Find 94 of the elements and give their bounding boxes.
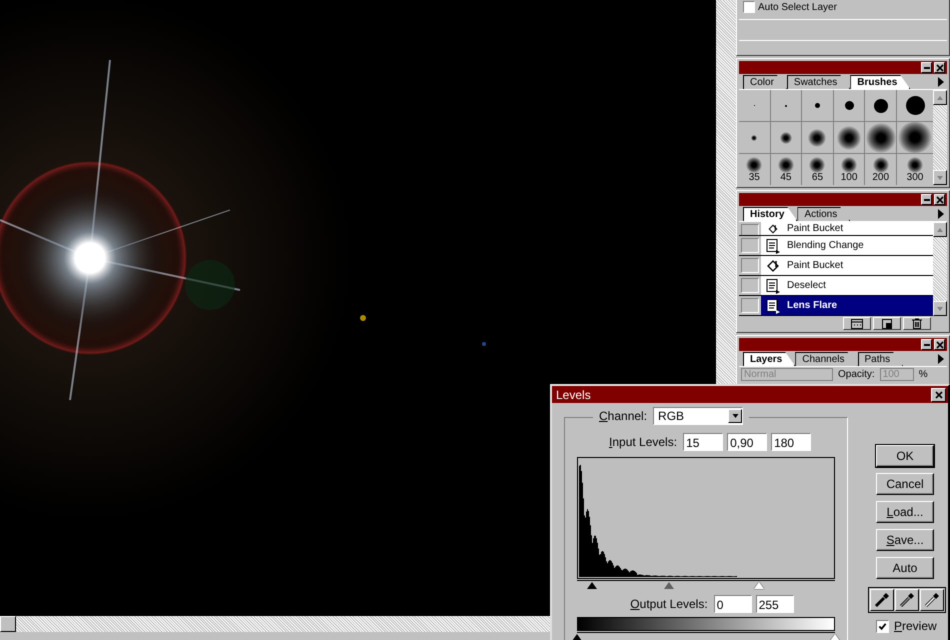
dialog-button[interactable]: Cancel — [876, 473, 934, 495]
preview-checkbox[interactable] — [876, 620, 889, 632]
snapshot-icon — [882, 318, 892, 328]
scroll-down-button[interactable] — [933, 301, 947, 316]
history-state[interactable]: Paint Bucket — [761, 222, 933, 235]
panel-menu-icon[interactable] — [938, 354, 944, 364]
flare-ghost-circle — [185, 260, 235, 310]
checkbox-label: Auto Select Layer — [758, 2, 837, 12]
brush-preset[interactable]: 35 — [739, 154, 770, 185]
minimize-button[interactable] — [921, 339, 932, 350]
snapshot-box[interactable] — [741, 298, 759, 313]
delete-button[interactable] — [903, 317, 931, 330]
snapshot-box[interactable] — [741, 224, 759, 235]
panel-tab[interactable]: Swatches — [786, 75, 850, 89]
history-state[interactable]: Paint Bucket — [761, 256, 933, 275]
output-max-handle[interactable] — [830, 634, 840, 640]
auto-select-checkbox[interactable] — [743, 1, 755, 13]
brush-preset[interactable]: 300 — [897, 154, 933, 185]
dialog-button[interactable]: OK — [876, 445, 934, 467]
snapshot-box[interactable] — [741, 238, 759, 253]
brush-preset[interactable] — [865, 90, 896, 121]
output-level-field[interactable]: 255 — [756, 595, 794, 613]
brush-preset[interactable]: 65 — [802, 154, 833, 185]
dialog-button[interactable]: Auto — [876, 557, 934, 579]
output-level-field[interactable]: 0 — [714, 595, 752, 613]
brush-preset[interactable] — [834, 122, 864, 153]
panel-menu-icon[interactable] — [938, 209, 944, 219]
close-button[interactable] — [934, 62, 945, 73]
scroll-up-button[interactable] — [933, 90, 947, 105]
scroll-up-button[interactable] — [933, 222, 947, 237]
eyedropper-button[interactable] — [920, 589, 944, 611]
eyedropper-button[interactable] — [870, 589, 894, 611]
input-level-field[interactable]: 0,90 — [727, 433, 768, 451]
window-icon — [851, 318, 863, 328]
down-arrow-icon — [937, 176, 943, 180]
minimize-button[interactable] — [921, 62, 932, 73]
panel-menu-icon[interactable] — [938, 77, 944, 87]
panel-tab[interactable]: History — [743, 207, 798, 221]
panel-tab[interactable]: Brushes — [850, 75, 910, 89]
flare-spot — [482, 342, 486, 346]
close-button[interactable] — [934, 339, 945, 350]
close-icon — [936, 64, 944, 72]
brush-preset[interactable] — [770, 122, 802, 153]
up-arrow-icon — [937, 96, 943, 100]
paint-bucket-icon — [765, 258, 781, 274]
minimize-button[interactable] — [921, 194, 932, 205]
close-icon — [936, 340, 944, 348]
dialog-button[interactable]: Load... — [876, 501, 934, 523]
eyedropper-icon — [924, 592, 940, 608]
caret-icon — [732, 414, 739, 418]
snapshot-box[interactable] — [741, 278, 759, 293]
scroll-down-button[interactable] — [933, 170, 947, 185]
brush-preset[interactable] — [802, 122, 833, 153]
up-arrow-icon — [937, 228, 943, 232]
input-levels-label: Input Levels: — [609, 435, 678, 449]
trash-icon — [912, 318, 922, 329]
input-level-field[interactable]: 15 — [683, 433, 724, 451]
preview-label: Preview — [894, 619, 937, 633]
close-icon — [936, 196, 944, 204]
new-document-button[interactable] — [843, 317, 871, 330]
brush-preset[interactable] — [897, 122, 933, 153]
brush-preset[interactable] — [834, 90, 864, 121]
brush-preset[interactable]: 45 — [770, 154, 802, 185]
output-min-handle[interactable] — [572, 634, 582, 640]
snapshot-box[interactable] — [741, 258, 759, 273]
close-icon — [934, 390, 942, 398]
history-state[interactable]: Deselect — [761, 276, 933, 295]
down-arrow-icon — [937, 306, 943, 310]
output-levels-label: Output Levels: — [630, 597, 708, 611]
eyedropper-button[interactable] — [895, 589, 919, 611]
brush-preset[interactable]: 200 — [865, 154, 896, 185]
eyedropper-icon — [899, 592, 915, 608]
percent-label: % — [918, 369, 928, 380]
input-level-field[interactable]: 180 — [771, 433, 812, 451]
shadow-handle[interactable] — [587, 582, 598, 589]
eyedropper-icon — [874, 592, 890, 608]
panel-tab[interactable]: Actions — [797, 207, 850, 221]
brush-preset[interactable] — [897, 90, 933, 121]
flare-spot — [360, 315, 366, 321]
scrollbar[interactable] — [933, 222, 947, 316]
dialog-title: Levels — [556, 388, 591, 402]
gamma-handle[interactable] — [664, 582, 674, 589]
channel-dropdown[interactable]: RGB — [653, 407, 744, 425]
dialog-button[interactable]: Save... — [876, 529, 934, 551]
new-snapshot-button[interactable] — [873, 317, 901, 330]
history-state[interactable]: Blending Change — [761, 236, 933, 255]
opacity-label: Opacity: — [838, 369, 875, 380]
brush-preset[interactable]: 100 — [834, 154, 864, 185]
close-button[interactable] — [934, 194, 945, 205]
panel-tab[interactable]: Color — [743, 75, 787, 89]
history-state[interactable]: Lens Flare — [761, 296, 933, 315]
brush-preset[interactable] — [865, 122, 896, 153]
channel-label: Channel: — [599, 409, 648, 423]
scrollbar[interactable] — [933, 90, 947, 185]
